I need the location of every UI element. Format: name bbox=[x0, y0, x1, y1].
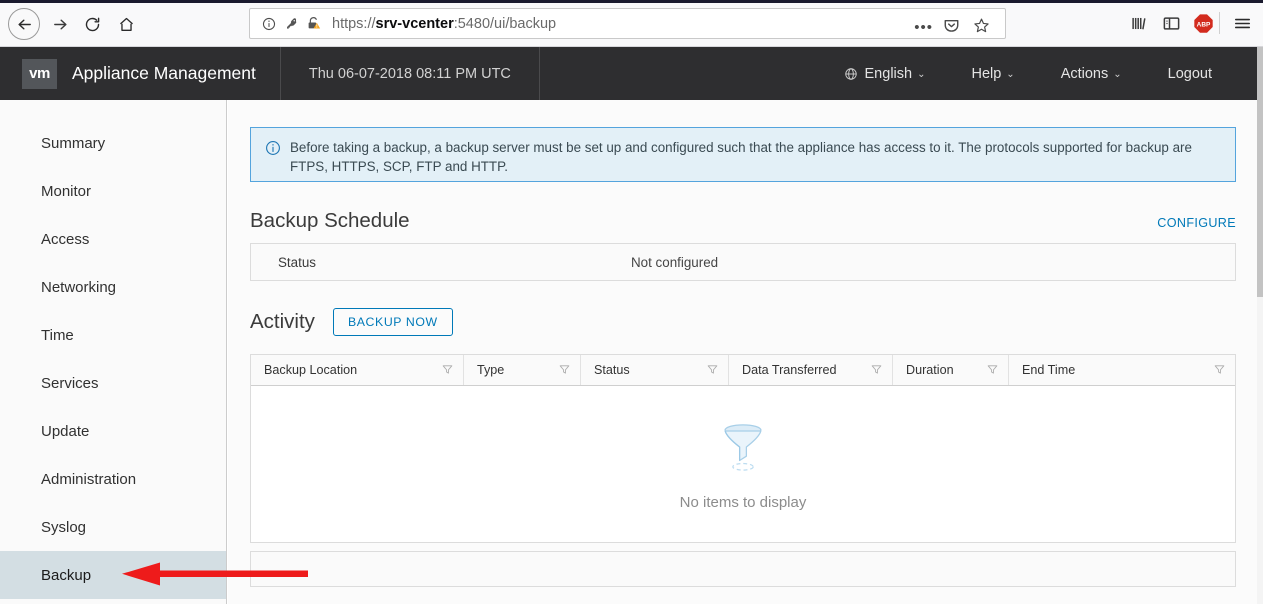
sidebar-item-label: Access bbox=[41, 230, 90, 248]
activity-table: Backup Location Type Status Data Transfe… bbox=[250, 354, 1236, 543]
column-label: End Time bbox=[1022, 363, 1076, 377]
sidebar-nav: Summary Monitor Access Networking Time S… bbox=[0, 100, 227, 604]
app-header: vm Appliance Management Thu 06-07-2018 0… bbox=[0, 47, 1257, 100]
sidebar-item-label: Update bbox=[41, 422, 90, 440]
svg-text:ABP: ABP bbox=[1196, 21, 1210, 28]
header-divider bbox=[538, 47, 540, 100]
page-scrollbar-thumb[interactable] bbox=[1257, 47, 1263, 297]
logout-label: Logout bbox=[1167, 65, 1212, 82]
actions-menu[interactable]: Actions ⌄ bbox=[1038, 66, 1145, 82]
column-label: Status bbox=[594, 363, 630, 377]
column-header-type[interactable]: Type bbox=[464, 355, 581, 385]
activity-header: Activity BACKUP NOW bbox=[250, 308, 453, 336]
backup-schedule-header: Backup Schedule CONFIGURE bbox=[250, 209, 1236, 237]
window-titlebar-strip bbox=[0, 0, 1263, 3]
activity-title: Activity bbox=[250, 310, 315, 333]
sidebar-item-monitor[interactable]: Monitor bbox=[0, 167, 226, 215]
empty-funnel-illustration bbox=[714, 418, 772, 481]
configure-link[interactable]: CONFIGURE bbox=[1157, 216, 1236, 230]
column-header-data-transferred[interactable]: Data Transferred bbox=[729, 355, 893, 385]
insecure-lock-warning-icon[interactable] bbox=[302, 13, 324, 35]
sidebar-item-label: Monitor bbox=[41, 182, 92, 200]
column-header-backup-location[interactable]: Backup Location bbox=[251, 355, 464, 385]
chevron-down-icon: ⌄ bbox=[1006, 69, 1015, 80]
sidebar-item-networking[interactable]: Networking bbox=[0, 263, 226, 311]
status-label: Status bbox=[278, 254, 316, 270]
sidebar-item-update[interactable]: Update bbox=[0, 407, 226, 455]
sidebar-item-label: Backup bbox=[41, 566, 92, 584]
filter-funnel-icon[interactable] bbox=[559, 364, 570, 378]
filter-funnel-icon[interactable] bbox=[987, 364, 998, 378]
chevron-down-icon: ⌄ bbox=[1113, 69, 1122, 80]
sidebar-item-summary[interactable]: Summary bbox=[0, 119, 226, 167]
table-empty-state: No items to display bbox=[251, 386, 1235, 542]
url-text[interactable]: https://srv-vcenter:5480/ui/backup bbox=[332, 16, 1005, 32]
sidebar-item-services[interactable]: Services bbox=[0, 359, 226, 407]
sidebar-item-label: Networking bbox=[41, 278, 117, 296]
table-header-row: Backup Location Type Status Data Transfe… bbox=[251, 355, 1235, 386]
table-footer bbox=[250, 551, 1236, 587]
sidebar-item-label: Services bbox=[41, 374, 99, 392]
pocket-icon[interactable] bbox=[939, 15, 963, 35]
logout-button[interactable]: Logout bbox=[1145, 66, 1235, 82]
backup-schedule-title: Backup Schedule bbox=[250, 209, 410, 232]
header-datetime: Thu 06-07-2018 08:11 PM UTC bbox=[308, 65, 511, 82]
hamburger-menu-icon[interactable] bbox=[1228, 9, 1256, 37]
status-value: Not configured bbox=[631, 254, 719, 270]
info-banner-text: Before taking a backup, a backup server … bbox=[290, 140, 1192, 174]
bookmark-star-icon[interactable] bbox=[969, 15, 993, 35]
browser-chrome: https://srv-vcenter:5480/ui/backup ••• A… bbox=[0, 0, 1263, 47]
key-icon[interactable] bbox=[280, 13, 302, 35]
filter-funnel-icon[interactable] bbox=[442, 364, 453, 378]
column-header-duration[interactable]: Duration bbox=[893, 355, 1009, 385]
column-header-end-time[interactable]: End Time bbox=[1009, 355, 1235, 385]
sidebar-item-label: Summary bbox=[41, 134, 106, 152]
filter-funnel-icon[interactable] bbox=[707, 364, 718, 378]
actions-menu-label: Actions bbox=[1060, 65, 1109, 82]
library-icon[interactable] bbox=[1125, 9, 1153, 37]
url-bar[interactable]: https://srv-vcenter:5480/ui/backup ••• bbox=[249, 8, 1006, 39]
sidebar-item-label: Administration bbox=[41, 470, 137, 488]
backup-schedule-status-row: Status Not configured bbox=[250, 243, 1236, 281]
sidebar-toggle-icon[interactable] bbox=[1157, 9, 1185, 37]
column-label: Backup Location bbox=[264, 363, 358, 377]
forward-arrow-icon[interactable] bbox=[44, 8, 76, 40]
reload-icon[interactable] bbox=[76, 8, 108, 40]
sidebar-item-administration[interactable]: Administration bbox=[0, 455, 226, 503]
language-menu[interactable]: English ⌄ bbox=[821, 66, 949, 82]
chevron-down-icon: ⌄ bbox=[917, 69, 926, 80]
toolbar-divider bbox=[1219, 12, 1220, 34]
globe-icon bbox=[844, 67, 858, 81]
info-circle-icon bbox=[265, 140, 281, 161]
sidebar-item-time[interactable]: Time bbox=[0, 311, 226, 359]
column-label: Type bbox=[477, 363, 505, 377]
vmware-logo: vm bbox=[22, 58, 57, 89]
sidebar-item-backup[interactable]: Backup bbox=[0, 551, 226, 599]
language-menu-label: English bbox=[864, 65, 913, 82]
page-title: Appliance Management bbox=[72, 63, 256, 83]
sidebar-item-label: Time bbox=[41, 326, 74, 344]
page-actions-button[interactable]: ••• bbox=[914, 19, 933, 36]
column-label: Data Transferred bbox=[742, 363, 837, 377]
sidebar-item-label: Syslog bbox=[41, 518, 87, 536]
sidebar-item-syslog[interactable]: Syslog bbox=[0, 503, 226, 551]
help-menu-label: Help bbox=[971, 65, 1002, 82]
page-info-icon[interactable] bbox=[258, 13, 280, 35]
adblock-plus-icon[interactable]: ABP bbox=[1189, 9, 1217, 37]
column-header-status[interactable]: Status bbox=[581, 355, 729, 385]
filter-funnel-icon[interactable] bbox=[871, 364, 882, 378]
header-menu-group: English ⌄ Help ⌄ Actions ⌄ Logout bbox=[821, 66, 1235, 82]
back-arrow-icon[interactable] bbox=[8, 8, 40, 40]
backup-now-button[interactable]: BACKUP NOW bbox=[332, 308, 453, 336]
filter-funnel-icon[interactable] bbox=[1214, 364, 1225, 378]
home-icon[interactable] bbox=[110, 8, 142, 40]
sidebar-item-access[interactable]: Access bbox=[0, 215, 226, 263]
main-content: Before taking a backup, a backup server … bbox=[228, 100, 1257, 604]
info-banner: Before taking a backup, a backup server … bbox=[250, 127, 1236, 182]
help-menu[interactable]: Help ⌄ bbox=[948, 66, 1037, 82]
column-label: Duration bbox=[906, 363, 954, 377]
empty-state-text: No items to display bbox=[679, 493, 807, 511]
